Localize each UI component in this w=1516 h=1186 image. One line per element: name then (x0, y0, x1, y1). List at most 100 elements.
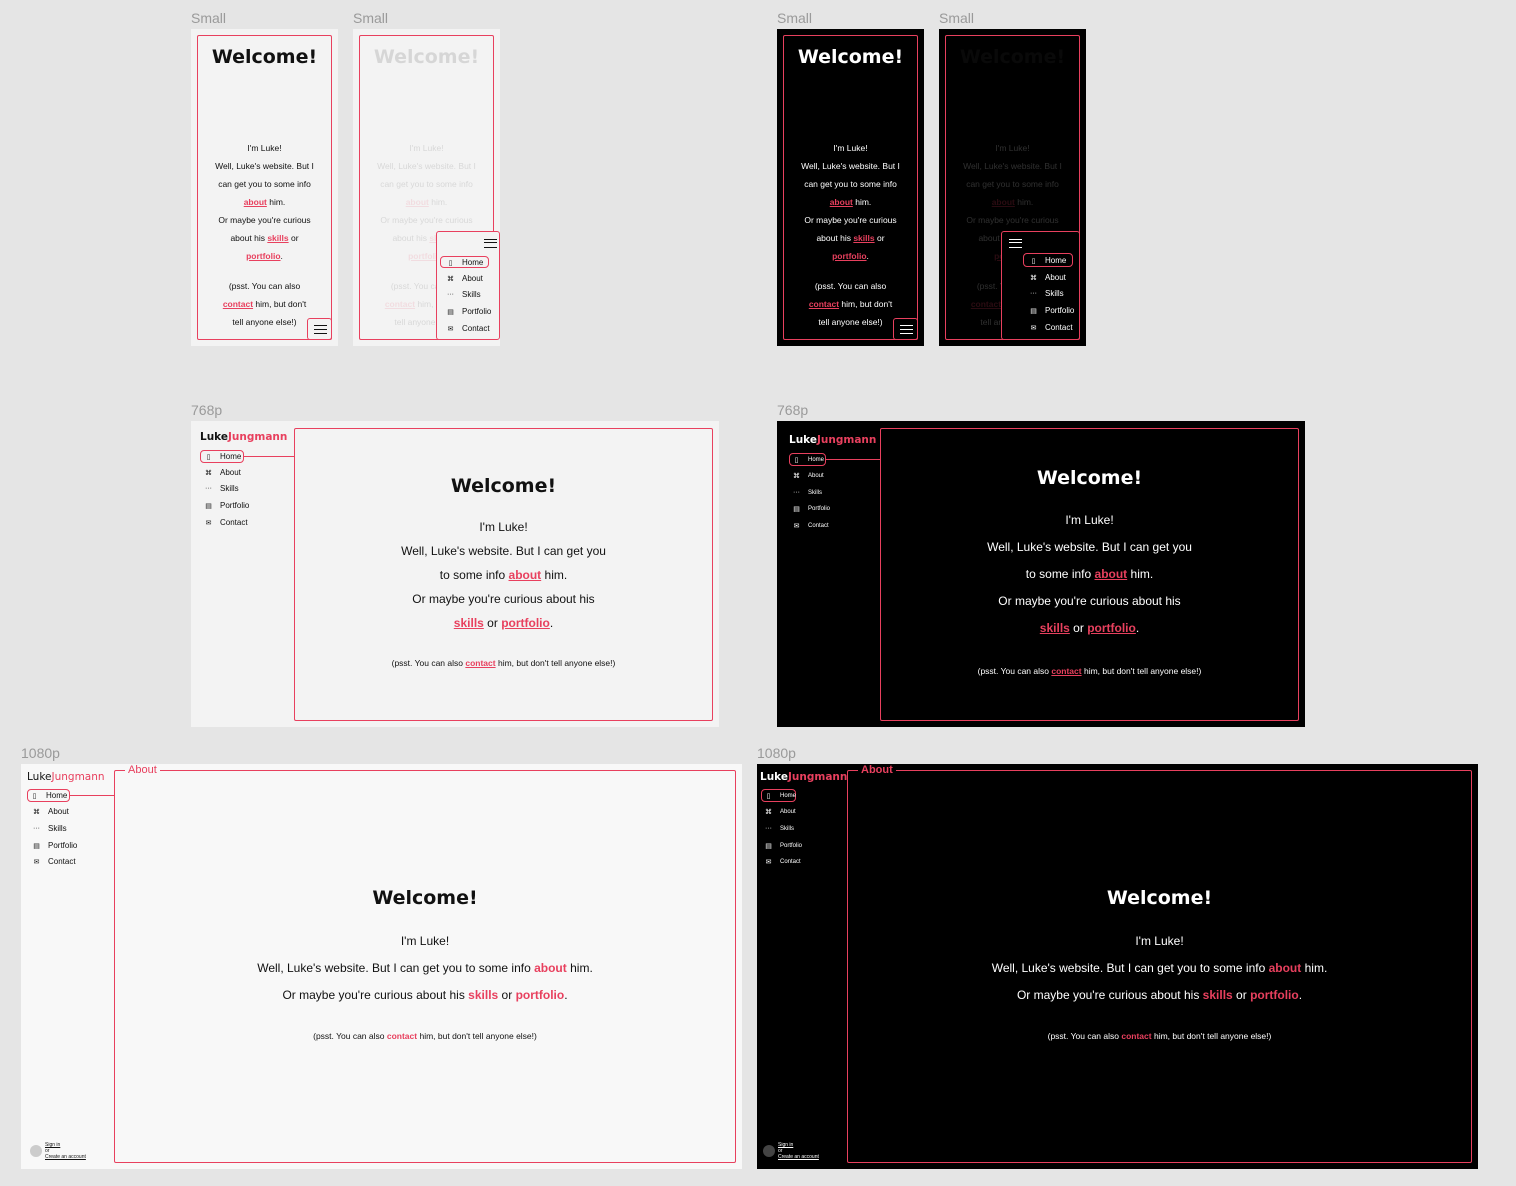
contact-link[interactable]: contact (809, 299, 839, 309)
skills-link[interactable]: skills (1203, 988, 1233, 1002)
nav-item-contact[interactable]: ✉ Contact (765, 856, 801, 867)
nav-connector-line (70, 795, 114, 796)
dots-icon: ··· (447, 291, 454, 298)
nav-item-skills[interactable]: ··· Skills (1030, 288, 1064, 299)
nav-label: About (48, 807, 69, 816)
contact-link[interactable]: contact (465, 658, 495, 668)
intro-text: . (280, 251, 283, 261)
nav-label: Portfolio (780, 842, 803, 849)
nav-item-about[interactable]: ⌘ About (793, 470, 824, 481)
nav-label: Skills (780, 825, 795, 832)
nav-item-home[interactable]: ▯ Home (205, 451, 242, 462)
dots-icon: ··· (1030, 290, 1037, 297)
mobile-frame-light: Welcome! I'm Luke! Well, Luke's website.… (191, 29, 338, 346)
about-link[interactable]: about (509, 568, 542, 582)
nav-item-home[interactable]: ▯ Home (31, 790, 68, 801)
intro-text: him, but don't (255, 299, 307, 309)
nav-item-contact[interactable]: ✉ Contact (793, 520, 829, 531)
intro-line: Well, Luke's website. But I (801, 161, 900, 171)
create-account-link[interactable]: Create an account (778, 1154, 819, 1160)
about-link[interactable]: about (244, 197, 267, 207)
nav-item-portfolio[interactable]: ▤ Portfolio (1030, 305, 1074, 316)
about-link[interactable]: about (1095, 567, 1128, 581)
nav-item-skills[interactable]: ··· Skills (793, 487, 822, 498)
welcome-heading: Welcome! (450, 475, 557, 497)
intro-text: him, but don't tell anyone else!) (1153, 1031, 1272, 1041)
site-logo[interactable]: LukeJungmann (760, 771, 847, 783)
site-logo[interactable]: LukeJungmann (200, 431, 287, 443)
welcome-heading: Welcome! (1036, 467, 1143, 489)
nav-item-skills[interactable]: ··· Skills (205, 483, 239, 494)
file-icon: ▤ (793, 505, 800, 513)
portfolio-link[interactable]: portfolio (501, 616, 550, 630)
contact-link[interactable]: contact (387, 1031, 417, 1041)
nav-item-skills[interactable]: ··· Skills (447, 289, 481, 300)
intro-line: can get you to some info (966, 179, 1059, 189)
nav-item-contact[interactable]: ✉ Contact (205, 517, 248, 528)
hamburger-button[interactable] (307, 318, 332, 340)
skills-link[interactable]: skills (468, 988, 498, 1002)
nav-item-skills[interactable]: ··· Skills (33, 823, 67, 834)
site-logo[interactable]: LukeJungmann (789, 434, 876, 446)
nav-item-contact[interactable]: ✉ Contact (1030, 322, 1073, 333)
portfolio-link[interactable]: portfolio (246, 251, 280, 261)
hamburger-icon (899, 325, 913, 334)
nav-item-portfolio[interactable]: ▤ Portfolio (765, 840, 802, 851)
nav-label: Home (462, 258, 484, 267)
about-link[interactable]: about (534, 961, 567, 975)
skills-link[interactable]: skills (267, 233, 288, 243)
nav-item-about[interactable]: ⌘ About (1030, 272, 1066, 283)
intro-text: . (564, 988, 568, 1002)
site-logo[interactable]: LukeJungmann (27, 771, 105, 783)
contact-link[interactable]: contact (1051, 666, 1081, 676)
nav-item-home[interactable]: ▯ Home (447, 257, 484, 268)
portfolio-link[interactable]: portfolio (516, 988, 565, 1002)
portfolio-link[interactable]: portfolio (1250, 988, 1299, 1002)
create-account-link[interactable]: Create an account (45, 1154, 86, 1160)
intro-line: Or maybe you're curious about his (412, 592, 595, 606)
nav-item-about[interactable]: ⌘ About (765, 806, 796, 817)
nav-item-portfolio[interactable]: ▤ Portfolio (205, 500, 249, 511)
contact-link[interactable]: contact (1121, 1031, 1151, 1041)
avatar[interactable] (763, 1145, 775, 1157)
nav-item-portfolio[interactable]: ▤ Portfolio (793, 503, 830, 514)
about-link[interactable]: about (1269, 961, 1302, 975)
intro-text: or (501, 988, 513, 1002)
dots-icon: ··· (205, 485, 212, 492)
skills-link[interactable]: skills (853, 233, 874, 243)
nav-item-about[interactable]: ⌘ About (33, 806, 69, 817)
bookmark-icon: ▯ (794, 456, 799, 464)
hamburger-icon[interactable] (1008, 238, 1022, 248)
portfolio-link[interactable]: portfolio (832, 251, 866, 261)
mail-icon: ✉ (205, 519, 212, 527)
intro-text: (psst. You can also (391, 658, 463, 668)
nav-label: About (462, 274, 483, 283)
intro-line: I'm Luke! (995, 143, 1030, 153)
skills-link[interactable]: skills (1040, 621, 1070, 635)
nav-item-contact[interactable]: ✉ Contact (447, 323, 490, 334)
nav-item-about[interactable]: ⌘ About (205, 467, 241, 478)
about-link[interactable]: about (830, 197, 853, 207)
user-icon: ⌘ (793, 472, 800, 480)
nav-item-home[interactable]: ▯ Home (1030, 255, 1067, 266)
intro-text: him. (544, 568, 568, 582)
nav-item-home[interactable]: ▯ Home (765, 790, 796, 801)
nav-label: Portfolio (220, 501, 250, 510)
contact-link[interactable]: contact (223, 299, 253, 309)
hamburger-icon[interactable] (483, 238, 497, 248)
nav-item-contact[interactable]: ✉ Contact (33, 856, 76, 867)
portfolio-link[interactable]: portfolio (1087, 621, 1136, 635)
hamburger-button[interactable] (893, 318, 918, 340)
nav-item-portfolio[interactable]: ▤ Portfolio (447, 306, 491, 317)
intro-line: Or maybe you're curious (966, 215, 1059, 225)
skills-link[interactable]: skills (454, 616, 484, 630)
nav-item-skills[interactable]: ··· Skills (765, 823, 794, 834)
intro-text: I'm Luke! Well, Luke's website. But I ca… (115, 928, 735, 1009)
welcome-heading: Welcome! (959, 46, 1066, 68)
nav-item-home[interactable]: ▯ Home (793, 454, 824, 465)
intro-text: or (1236, 988, 1247, 1002)
avatar[interactable] (30, 1145, 42, 1157)
mobile-frame-dark-menu: Welcome! I'm Luke! Well, Luke's website.… (939, 29, 1086, 346)
nav-item-portfolio[interactable]: ▤ Portfolio (33, 840, 77, 851)
nav-item-about[interactable]: ⌘ About (447, 273, 483, 284)
